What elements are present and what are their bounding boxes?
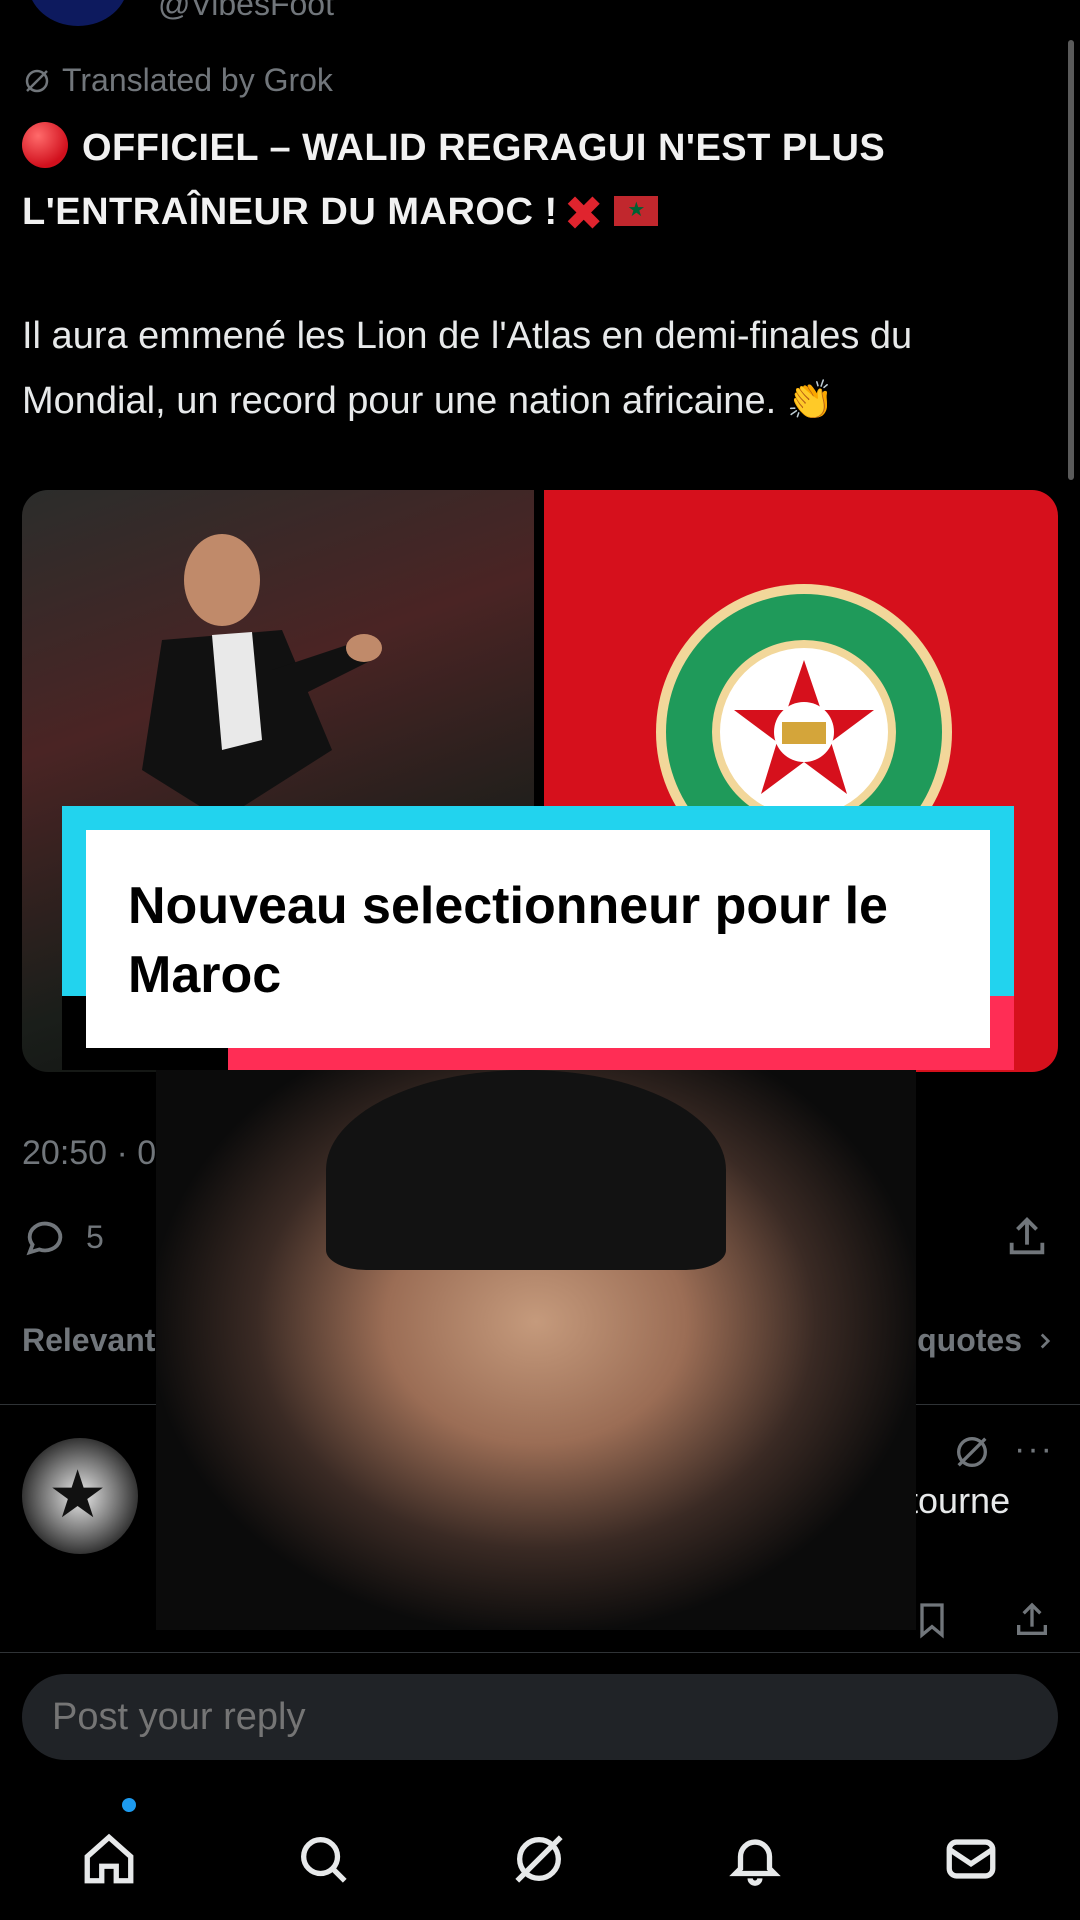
home-unread-dot	[122, 1798, 136, 1812]
headline-line-1: OFFICIEL – WALID REGRAGUI N'EST PLUS	[82, 127, 886, 169]
caption-box: Nouveau selectionneur pour le Maroc	[86, 830, 990, 1048]
author-avatar[interactable]	[28, 0, 128, 26]
translated-text: Translated by Grok	[62, 62, 333, 98]
star-avatar-icon: ★	[48, 1457, 108, 1531]
tab-search[interactable]	[294, 1830, 352, 1888]
caption-line-2: Maroc	[128, 946, 282, 1004]
reply-count: 5	[86, 1218, 104, 1255]
reply-input[interactable]	[22, 1674, 1058, 1760]
reply-button[interactable]: 5	[22, 1214, 104, 1260]
tab-notifications[interactable]	[726, 1830, 784, 1888]
bell-icon	[729, 1839, 781, 1886]
grok-icon	[25, 69, 49, 92]
grok-icon[interactable]	[952, 1432, 992, 1472]
tab-home[interactable]	[80, 1830, 138, 1888]
caption-line-1: Nouveau selectionneur pour le	[128, 877, 888, 935]
post-body: Il aura emmené les Lion de l'Atlas en de…	[22, 315, 913, 422]
headline-line-2: L'ENTRAÎNEUR DU MAROC !	[22, 191, 558, 233]
more-options-button[interactable]: ···	[1014, 1430, 1054, 1469]
scrollbar[interactable]	[1068, 40, 1074, 480]
morocco-flag-emoji	[614, 196, 659, 226]
sort-label: Relevant	[22, 1322, 156, 1358]
mail-icon	[946, 1839, 996, 1879]
bottom-tab-bar	[0, 1782, 1080, 1920]
search-icon	[301, 1837, 347, 1883]
coach-figure	[142, 534, 382, 820]
chevron-right-icon	[1040, 1333, 1051, 1348]
translated-label[interactable]: Translated by Grok	[22, 62, 333, 99]
bookmark-icon[interactable]	[912, 1600, 952, 1640]
tab-messages[interactable]	[942, 1830, 1000, 1888]
home-icon	[84, 1833, 134, 1884]
share-icon	[1009, 1217, 1045, 1255]
author-handle[interactable]: @VibesFoot	[158, 0, 334, 23]
creator-hair	[326, 1070, 726, 1270]
cross-mark-emoji: ✖	[563, 188, 605, 241]
reply-avatar[interactable]: ★	[22, 1438, 138, 1554]
creator-video-overlay	[156, 1070, 916, 1630]
tab-grok[interactable]	[510, 1830, 568, 1888]
share-icon[interactable]	[1012, 1600, 1052, 1640]
grok-icon	[515, 1835, 563, 1883]
post-headline: OFFICIEL – WALID REGRAGUI N'EST PLUS L'E…	[22, 116, 1042, 247]
reply-icon	[26, 1221, 63, 1256]
divider	[0, 1652, 1080, 1653]
share-button[interactable]	[1004, 1214, 1050, 1260]
red-circle-emoji	[22, 122, 68, 168]
